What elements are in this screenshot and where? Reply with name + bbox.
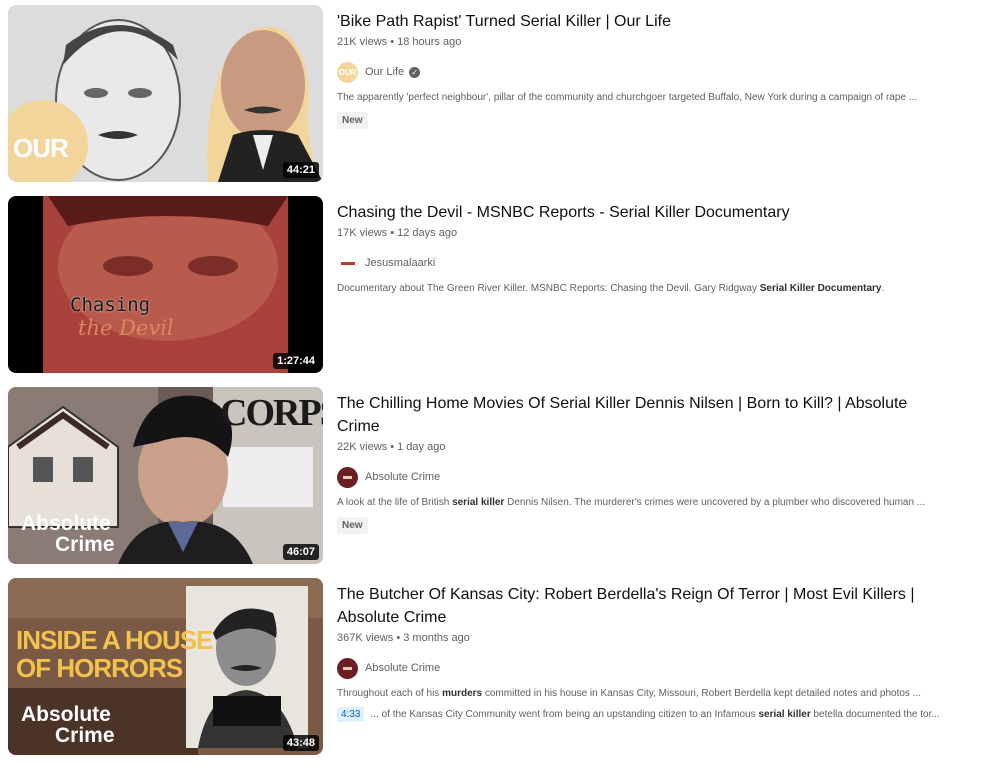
video-duration: 44:21 [282,162,319,178]
chapter-timestamp[interactable]: 4:33 [337,707,365,722]
chapter-text-start: ... of the Kansas City Community went fr… [370,709,759,720]
video-title[interactable]: The Chilling Home Movies Of Serial Kille… [337,392,947,438]
upload-age: 1 day ago [397,441,446,453]
thumbnail-image [8,196,323,373]
new-badge: New [337,517,368,534]
chapter-text-end: betella documented the tor... [810,709,940,720]
video-result: Chasing the Devil 1:27:44 Chasing the De… [0,196,1000,374]
video-meta: 17K views • 12 days ago [337,227,458,239]
view-count: 17K views [337,227,388,239]
channel-name[interactable]: Our Life [365,66,404,78]
video-description: Documentary about The Green River Killer… [337,283,947,294]
chapter-highlight: serial killer [758,709,811,720]
headline-line-2: OF HORRORS [16,653,183,683]
avatar-mark [343,475,352,479]
video-title[interactable]: The Butcher Of Kansas City: Robert Berde… [337,583,947,629]
channel-avatar[interactable] [337,252,358,274]
view-count: 22K views [337,441,388,453]
description-text-end: committed in his house in Kansas City, M… [482,688,922,699]
video-title[interactable]: 'Bike Path Rapist' Turned Serial Killer … [337,10,947,33]
video-title[interactable]: Chasing the Devil - MSNBC Reports - Seri… [337,201,947,224]
thumbnail-headline: INSIDE A HOUSE OF HORRORS [16,625,213,683]
video-duration: 1:27:44 [273,353,319,369]
thumbnail-logo-text: Absolute Crime [21,704,115,746]
description-text: Documentary about The Green River Killer… [337,283,760,294]
video-result: OUR 44:21 'Bike Path Rapist' Turned Seri… [0,5,1000,183]
video-duration: 46:07 [282,544,319,560]
video-info: The Butcher Of Kansas City: Robert Berde… [337,578,947,722]
video-meta: 21K views • 18 hours ago [337,36,462,48]
channel-avatar[interactable] [337,466,358,488]
video-thumbnail[interactable]: CORPS Absolute Crime 46:07 [8,387,323,564]
avatar-text: OUR [338,67,357,77]
video-description: Throughout each of his murders committed… [337,688,947,699]
video-result: INSIDE A HOUSE OF HORRORS Absolute Crime… [0,578,1000,756]
verified-check-icon: ✓ [409,66,421,78]
upload-age: 3 months ago [403,632,470,644]
thumbnail-subtitle-text: the Devil [78,316,174,340]
description-text-end: . [881,283,885,294]
channel-row[interactable]: Absolute Crime [337,466,947,488]
thumbnail-title-text: Chasing [70,294,151,316]
video-info: The Chilling Home Movies Of Serial Kille… [337,387,947,534]
video-info: Chasing the Devil - MSNBC Reports - Seri… [337,196,947,294]
view-count: 21K views [337,36,388,48]
channel-avatar[interactable] [337,657,358,679]
video-description: A look at the life of British serial kil… [337,497,947,508]
logo-line-2: Crime [55,533,115,556]
thumbnail-logo-text: Absolute Crime [21,513,115,555]
video-meta: 22K views • 1 day ago [337,441,446,453]
channel-name[interactable]: Jesusmalaarki [365,257,435,269]
new-badge: New [337,112,368,129]
description-highlight: murders [442,688,483,699]
search-results: OUR 44:21 'Bike Path Rapist' Turned Seri… [0,0,1000,764]
description-highlight: serial killer [452,497,505,508]
avatar-mark [340,261,355,265]
video-description: The apparently 'perfect neighbour', pill… [337,92,918,103]
logo-line-1: Absolute [21,703,111,726]
channel-row[interactable]: OUR Our Life ✓ [337,61,947,83]
logo-line-1: Absolute [21,512,111,535]
description-highlight: Serial Killer Documentary [759,283,882,294]
headline-line-1: INSIDE A HOUSE [16,625,213,655]
view-count: 367K views [337,632,394,644]
channel-row[interactable]: Jesusmalaarki [337,252,947,274]
video-thumbnail[interactable]: OUR 44:21 [8,5,323,182]
description-text-end: Dennis Nilsen. The murderer's crimes wer… [504,497,926,508]
upload-age: 12 days ago [397,227,458,239]
chapter-snippet: 4:33 ... of the Kansas City Community we… [337,707,947,722]
channel-name[interactable]: Absolute Crime [365,471,440,483]
thumbnail-newspaper-text: CORPS [220,392,323,434]
video-duration: 43:48 [282,735,319,751]
video-thumbnail[interactable]: Chasing the Devil 1:27:44 [8,196,323,373]
video-thumbnail[interactable]: INSIDE A HOUSE OF HORRORS Absolute Crime… [8,578,323,755]
video-info: 'Bike Path Rapist' Turned Serial Killer … [337,5,947,129]
description-text: Throughout each of his [337,688,443,699]
video-meta: 367K views • 3 months ago [337,632,470,644]
avatar-mark [343,666,352,670]
video-result: CORPS Absolute Crime 46:07 The Chilling … [0,387,1000,565]
chapter-text: ... of the Kansas City Community went fr… [370,709,939,720]
channel-row[interactable]: Absolute Crime [337,657,947,679]
upload-age: 18 hours ago [397,36,462,48]
channel-name[interactable]: Absolute Crime [365,662,440,674]
description-text: A look at the life of British [337,497,453,508]
channel-avatar[interactable]: OUR [337,61,358,83]
thumbnail-logo-text: OUR [13,133,69,163]
logo-line-2: Crime [55,724,115,747]
